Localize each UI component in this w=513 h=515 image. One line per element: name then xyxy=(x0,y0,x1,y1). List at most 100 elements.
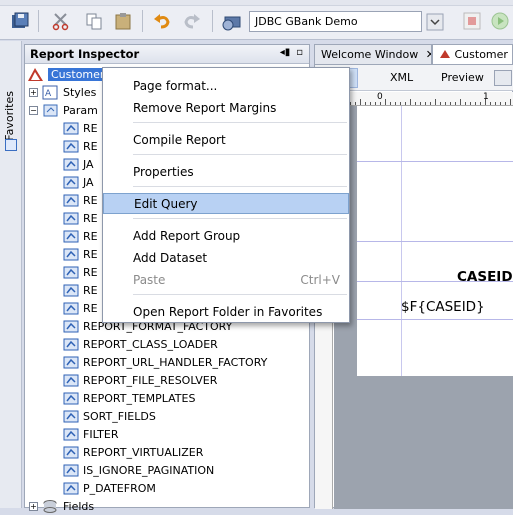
tree-fields-node[interactable]: + Fields xyxy=(29,497,94,515)
cut-icon[interactable] xyxy=(49,10,73,32)
favorites-tab[interactable]: Favorites xyxy=(3,91,16,141)
detail-field-caseid[interactable]: $F{CASEID} xyxy=(401,299,485,315)
datasource-button[interactable] xyxy=(494,70,512,86)
tab-customer-list[interactable]: Customer Lis xyxy=(432,44,513,64)
tree-parameter-node[interactable]: JA xyxy=(63,155,94,173)
ruler-tick xyxy=(430,102,431,105)
paste-icon[interactable] xyxy=(111,10,135,32)
menu-item-page-format[interactable]: Page format... xyxy=(103,76,349,97)
parameter-label: RE xyxy=(83,230,98,243)
tree-parameter-node[interactable]: REPORT_TEMPLATES xyxy=(63,389,195,407)
tree-parameter-node[interactable]: RE xyxy=(63,281,98,299)
ruler-tick xyxy=(375,102,376,105)
ruler-tick xyxy=(450,102,451,105)
tree-parameter-node[interactable]: RE xyxy=(63,137,98,155)
menu-item-properties[interactable]: Properties xyxy=(103,162,349,183)
tree-parameter-node[interactable]: RE xyxy=(63,299,98,317)
toolbar-separator xyxy=(212,10,213,32)
tree-parameter-node[interactable]: RE xyxy=(63,245,98,263)
menu-separator xyxy=(133,122,347,123)
inspector-title: Report Inspector xyxy=(30,47,139,61)
collapse-icon[interactable]: − xyxy=(29,106,38,115)
parameter-label: RE xyxy=(83,212,98,225)
tree-parameter-node[interactable]: REPORT_CLASS_LOADER xyxy=(63,335,218,353)
tree-parameter-node[interactable]: REPORT_VIRTUALIZER xyxy=(63,443,203,461)
redo-icon[interactable] xyxy=(180,10,204,32)
tree-parameter-node[interactable]: RE xyxy=(63,209,98,227)
parameter-label: RE xyxy=(83,302,98,315)
menu-item-shortcut: Ctrl+V xyxy=(300,273,340,287)
ruler-tick xyxy=(350,102,351,105)
menu-item-compile-report[interactable]: Compile Report xyxy=(103,130,349,151)
run-icon[interactable] xyxy=(488,10,512,32)
tree-root-label: Customer xyxy=(48,68,107,81)
tree-root-node[interactable]: Customer xyxy=(27,65,107,83)
tab-preview-label: Preview xyxy=(441,71,484,84)
menu-item-label: Add Dataset xyxy=(133,251,207,265)
save-all-icon[interactable] xyxy=(8,10,32,32)
menu-item-add-report-group[interactable]: Add Report Group xyxy=(103,226,349,247)
tree-parameter-node[interactable]: REPORT_FILE_RESOLVER xyxy=(63,371,217,389)
tree-parameter-node[interactable]: REPORT_URL_HANDLER_FACTORY xyxy=(63,353,267,371)
stop-icon[interactable] xyxy=(460,10,484,32)
tree-parameter-node[interactable]: SORT_FIELDS xyxy=(63,407,156,425)
menu-item-remove-margins[interactable]: Remove Report Margins xyxy=(103,98,349,119)
favorites-sidebar: Favorites xyxy=(0,41,22,508)
menu-item-paste[interactable]: Paste Ctrl+V xyxy=(103,270,349,291)
horizontal-ruler: 0 1 xyxy=(333,92,513,106)
parameter-icon xyxy=(63,301,80,316)
parameter-label: RE xyxy=(83,266,98,279)
inspector-header: Report Inspector ◂▮ ▫ xyxy=(25,45,309,64)
close-icon[interactable]: ▫ xyxy=(296,47,303,58)
tab-xml-label: XML xyxy=(390,71,413,84)
ruler-tick xyxy=(360,99,361,105)
parameter-icon xyxy=(63,319,80,334)
tree-parameter-node[interactable]: RE xyxy=(63,119,98,137)
connection-dropdown-button[interactable] xyxy=(424,11,446,32)
menu-item-label: Add Report Group xyxy=(133,229,240,243)
design-canvas[interactable]: CASEID $F{CASEID} xyxy=(334,106,513,509)
expand-icon[interactable]: + xyxy=(29,502,38,511)
menu-strip xyxy=(0,0,513,6)
menu-item-edit-query[interactable]: Edit Query xyxy=(103,193,349,214)
ruler-tick xyxy=(495,102,496,105)
column-header-caseid[interactable]: CASEID xyxy=(457,269,513,285)
ruler-tick xyxy=(370,102,371,105)
copy-icon[interactable] xyxy=(82,10,106,32)
parameter-label: REPORT_FILE_RESOLVER xyxy=(83,374,217,387)
parameter-icon xyxy=(63,229,80,244)
tree-parameter-node[interactable]: P_DATEFROM xyxy=(63,479,156,497)
menu-item-label: Edit Query xyxy=(134,197,198,211)
tree-parameters-node[interactable]: − Param xyxy=(29,101,98,119)
datasource-icon[interactable] xyxy=(220,10,244,32)
tree-parameter-node[interactable]: RE xyxy=(63,191,98,209)
tree-parameter-node[interactable]: IS_IGNORE_PAGINATION xyxy=(63,461,214,479)
undo-icon[interactable] xyxy=(150,10,174,32)
tree-parameter-node[interactable]: RE xyxy=(63,263,98,281)
fields-icon xyxy=(42,499,59,514)
parameter-icon xyxy=(63,283,80,298)
parameter-icon xyxy=(63,373,80,388)
parameter-label: RE xyxy=(83,248,98,261)
tab-xml[interactable]: XML xyxy=(382,68,421,88)
report-page[interactable]: CASEID $F{CASEID} xyxy=(357,106,513,376)
tree-parameter-node[interactable]: FILTER xyxy=(63,425,119,443)
tab-preview[interactable]: Preview xyxy=(433,68,492,88)
tree-parameter-node[interactable]: JA xyxy=(63,173,94,191)
ruler-tick xyxy=(475,102,476,105)
inspector-controls: ◂▮ ▫ xyxy=(280,47,303,58)
tree-parameter-node[interactable]: RE xyxy=(63,227,98,245)
parameter-label: RE xyxy=(83,140,98,153)
menu-item-add-dataset[interactable]: Add Dataset xyxy=(103,248,349,269)
menu-item-label: Page format... xyxy=(133,79,217,93)
parameter-label: RE xyxy=(83,122,98,135)
expand-icon[interactable]: + xyxy=(29,88,38,97)
tree-styles-node[interactable]: + A Styles xyxy=(29,83,96,101)
connection-select[interactable]: JDBC GBank Demo xyxy=(249,11,422,32)
minimize-icon[interactable]: ◂▮ xyxy=(280,47,291,58)
menu-item-open-report-folder[interactable]: Open Report Folder in Favorites xyxy=(103,302,349,323)
menu-item-label: Compile Report xyxy=(133,133,226,147)
tab-welcome-window[interactable]: Welcome Window ✕ xyxy=(314,44,432,64)
tab-customer-label: Customer Lis xyxy=(455,48,513,61)
favorites-icon[interactable] xyxy=(5,139,17,151)
